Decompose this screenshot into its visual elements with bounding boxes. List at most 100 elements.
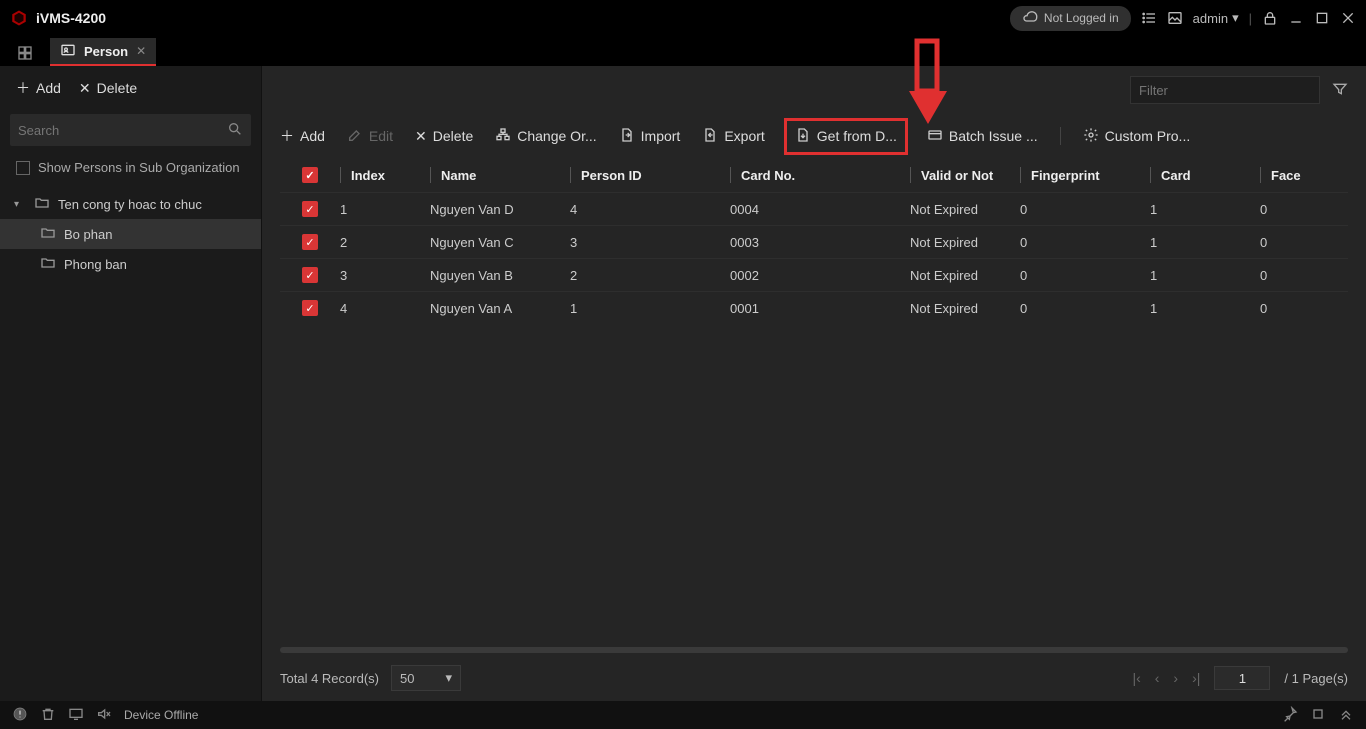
sidebar-delete-button[interactable]: ✕ Delete bbox=[79, 80, 137, 97]
cell-card: 1 bbox=[1150, 268, 1260, 283]
cell-person-id: 2 bbox=[570, 268, 730, 283]
cell-face: 0 bbox=[1260, 301, 1320, 316]
tree-item-label: Phong ban bbox=[64, 257, 127, 272]
cell-name: Nguyen Van A bbox=[430, 301, 570, 316]
horizontal-scrollbar[interactable] bbox=[280, 647, 1348, 653]
custom-property-button[interactable]: Custom Pro... bbox=[1083, 127, 1191, 146]
header-name[interactable]: Name bbox=[430, 167, 570, 183]
cell-valid: Not Expired bbox=[910, 268, 1020, 283]
tab-close-icon[interactable]: ✕ bbox=[136, 44, 146, 58]
page-first-icon[interactable]: |‹ bbox=[1132, 670, 1140, 686]
chevron-down-icon: ▾ bbox=[1232, 10, 1239, 26]
delete-button[interactable]: ✕ Delete bbox=[415, 128, 473, 145]
table-header: ✓ Index Name Person ID Card No. Valid or… bbox=[280, 158, 1348, 192]
header-valid[interactable]: Valid or Not bbox=[910, 167, 1020, 183]
cell-card-no: 0001 bbox=[730, 301, 910, 316]
tree-root[interactable]: ▾ Ten cong ty hoac to chuc bbox=[0, 189, 261, 219]
pager-left: Total 4 Record(s) 50 ▾ bbox=[280, 665, 461, 691]
cell-fingerprint: 0 bbox=[1020, 235, 1150, 250]
restore-icon[interactable] bbox=[1310, 706, 1326, 725]
cloud-status-badge[interactable]: Not Logged in bbox=[1010, 6, 1131, 31]
pin-icon[interactable] bbox=[1282, 706, 1298, 725]
export-button[interactable]: Export bbox=[702, 127, 764, 146]
card-icon bbox=[927, 127, 943, 146]
x-icon: ✕ bbox=[79, 80, 91, 97]
header-fingerprint[interactable]: Fingerprint bbox=[1020, 167, 1150, 183]
org-tree: ▾ Ten cong ty hoac to chuc Bo phan Phong… bbox=[0, 185, 261, 283]
header-checkbox[interactable]: ✓ bbox=[280, 167, 340, 183]
get-from-device-button[interactable]: Get from D... bbox=[787, 121, 905, 152]
toolbar-separator bbox=[1060, 127, 1061, 145]
cell-card: 1 bbox=[1150, 235, 1260, 250]
header-card-no[interactable]: Card No. bbox=[730, 167, 910, 183]
header-card[interactable]: Card bbox=[1150, 167, 1260, 183]
row-checkbox[interactable]: ✓ bbox=[302, 267, 318, 283]
monitor-icon[interactable] bbox=[68, 706, 84, 725]
table-row[interactable]: ✓ 3 Nguyen Van B 2 0002 Not Expired 0 1 … bbox=[280, 258, 1348, 291]
home-grid-button[interactable] bbox=[10, 40, 40, 66]
filter-input[interactable] bbox=[1139, 83, 1315, 98]
content: ＋ Add Edit ✕ Delete Change Or... bbox=[262, 66, 1366, 701]
sidebar-add-button[interactable]: ＋ Add bbox=[16, 78, 61, 98]
person-card-icon bbox=[60, 42, 76, 61]
header-person-id[interactable]: Person ID bbox=[570, 167, 730, 183]
change-org-button[interactable]: Change Or... bbox=[495, 127, 596, 146]
cell-index: 3 bbox=[340, 268, 430, 283]
tree-collapse-icon[interactable]: ▾ bbox=[14, 199, 26, 210]
mute-icon[interactable] bbox=[96, 706, 112, 725]
add-button[interactable]: ＋ Add bbox=[280, 126, 325, 146]
header-face[interactable]: Face bbox=[1260, 167, 1320, 183]
batch-issue-button[interactable]: Batch Issue ... bbox=[927, 127, 1038, 146]
search-icon[interactable] bbox=[227, 121, 243, 140]
search-input[interactable] bbox=[18, 123, 221, 138]
admin-dropdown[interactable]: admin ▾ bbox=[1193, 10, 1239, 26]
row-checkbox[interactable]: ✓ bbox=[302, 234, 318, 250]
page-last-icon[interactable]: ›| bbox=[1192, 670, 1200, 686]
cell-card-no: 0003 bbox=[730, 235, 910, 250]
minimize-icon[interactable] bbox=[1288, 10, 1304, 26]
trash-icon[interactable] bbox=[40, 706, 56, 725]
row-checkbox[interactable]: ✓ bbox=[302, 201, 318, 217]
cell-name: Nguyen Van C bbox=[430, 235, 570, 250]
table-row[interactable]: ✓ 4 Nguyen Van A 1 0001 Not Expired 0 1 … bbox=[280, 291, 1348, 324]
filter-box[interactable] bbox=[1130, 76, 1320, 104]
list-icon[interactable] bbox=[1141, 10, 1157, 26]
cell-person-id: 3 bbox=[570, 235, 730, 250]
table-row[interactable]: ✓ 1 Nguyen Van D 4 0004 Not Expired 0 1 … bbox=[280, 192, 1348, 225]
table-row[interactable]: ✓ 2 Nguyen Van C 3 0003 Not Expired 0 1 … bbox=[280, 225, 1348, 258]
tree-item-phong-ban[interactable]: Phong ban bbox=[0, 249, 261, 279]
alert-icon[interactable] bbox=[12, 706, 28, 725]
picture-icon[interactable] bbox=[1167, 10, 1183, 26]
show-sub-org-toggle[interactable]: Show Persons in Sub Organization bbox=[0, 150, 261, 185]
maximize-icon[interactable] bbox=[1314, 10, 1330, 26]
cell-card-no: 0004 bbox=[730, 202, 910, 217]
page-input[interactable] bbox=[1214, 666, 1270, 690]
export-icon bbox=[702, 127, 718, 146]
total-pages-label: / 1 Page(s) bbox=[1284, 671, 1348, 686]
plus-icon: ＋ bbox=[280, 126, 294, 146]
content-top bbox=[262, 66, 1366, 114]
folder-icon bbox=[34, 195, 50, 214]
tree-item-bo-phan[interactable]: Bo phan bbox=[0, 219, 261, 249]
sidebar-search[interactable] bbox=[10, 114, 251, 146]
tab-person[interactable]: Person ✕ bbox=[50, 38, 156, 66]
page-prev-icon[interactable]: ‹ bbox=[1155, 670, 1160, 686]
cell-person-id: 4 bbox=[570, 202, 730, 217]
cell-valid: Not Expired bbox=[910, 301, 1020, 316]
page-next-icon[interactable]: › bbox=[1173, 670, 1178, 686]
page-size-value: 50 bbox=[400, 671, 414, 686]
filter-funnel-icon[interactable] bbox=[1332, 81, 1348, 100]
checkbox-icon[interactable] bbox=[16, 161, 30, 175]
tabbar: Person ✕ bbox=[0, 36, 1366, 66]
row-checkbox[interactable]: ✓ bbox=[302, 300, 318, 316]
titlebar-right: Not Logged in admin ▾ | bbox=[1010, 6, 1356, 31]
import-button[interactable]: Import bbox=[619, 127, 681, 146]
edit-button[interactable]: Edit bbox=[347, 127, 393, 146]
close-icon[interactable] bbox=[1340, 10, 1356, 26]
header-index[interactable]: Index bbox=[340, 167, 430, 183]
app-title: iVMS-4200 bbox=[36, 10, 106, 26]
lock-icon[interactable] bbox=[1262, 10, 1278, 26]
batch-issue-label: Batch Issue ... bbox=[949, 128, 1038, 144]
page-size-select[interactable]: 50 ▾ bbox=[391, 665, 461, 691]
expand-up-icon[interactable] bbox=[1338, 706, 1354, 725]
